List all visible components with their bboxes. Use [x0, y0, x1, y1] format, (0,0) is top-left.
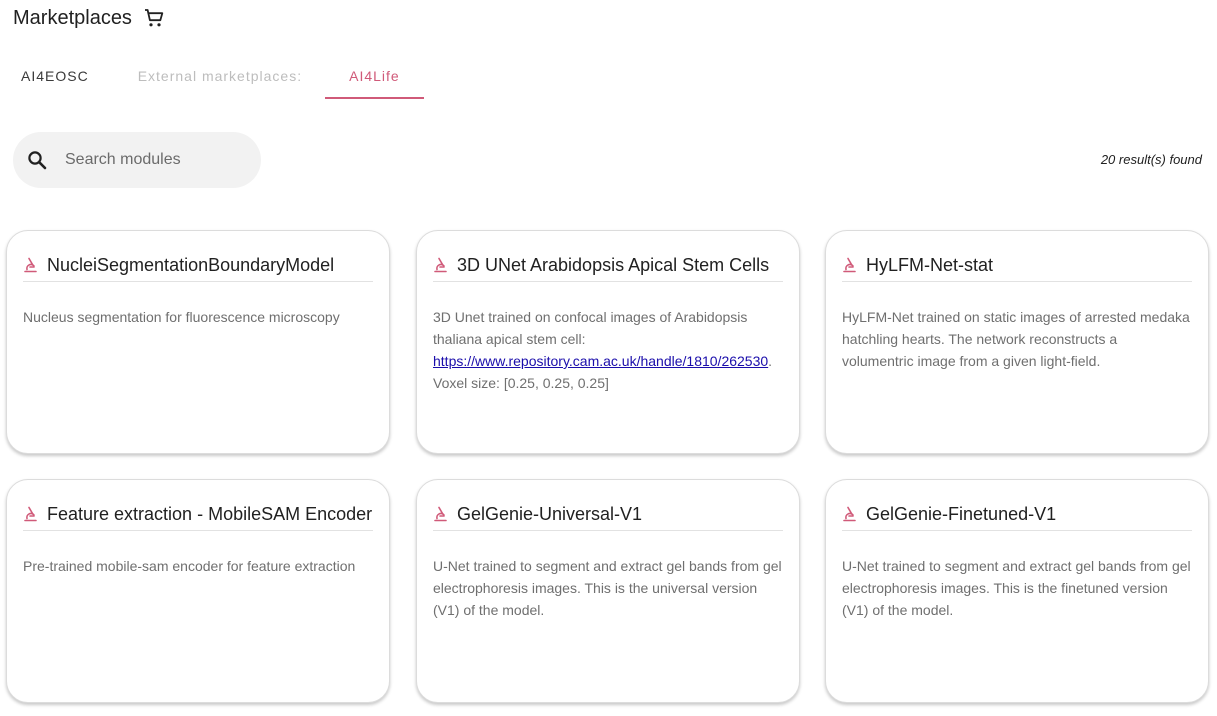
repository-link[interactable]: https://www.repository.cam.ac.uk/handle/… — [433, 353, 768, 369]
module-card[interactable]: HyLFM-Net-stat HyLFM-Net trained on stat… — [825, 230, 1209, 454]
card-header: HyLFM-Net-stat — [842, 253, 1192, 282]
card-description: U-Net trained to segment and extract gel… — [433, 558, 782, 618]
card-header: 3D UNet Arabidopsis Apical Stem Cells — [433, 253, 783, 282]
card-description: 3D Unet trained on confocal images of Ar… — [433, 306, 783, 394]
card-description-text: 3D Unet trained on confocal images of Ar… — [433, 309, 748, 347]
card-title[interactable]: NucleiSegmentationBoundaryModel — [47, 253, 334, 277]
card-header: Feature extraction - MobileSAM Encoder — [23, 502, 373, 531]
card-description: HyLFM-Net trained on static images of ar… — [842, 309, 1190, 369]
card-title[interactable]: GelGenie-Universal-V1 — [457, 502, 642, 526]
page-header: Marketplaces — [13, 6, 166, 30]
tab-ai4eosc[interactable]: AI4EOSC — [0, 52, 110, 99]
card-header: GelGenie-Universal-V1 — [433, 502, 783, 531]
page-title: Marketplaces — [13, 6, 132, 29]
card-description: Nucleus segmentation for fluorescence mi… — [23, 309, 340, 325]
card-description: Pre-trained mobile-sam encoder for featu… — [23, 558, 356, 574]
cart-icon — [142, 6, 166, 30]
card-header: GelGenie-Finetuned-V1 — [842, 502, 1192, 531]
microscope-icon — [433, 506, 449, 522]
tab-ai4life[interactable]: AI4Life — [325, 52, 424, 99]
module-card[interactable]: GelGenie-Finetuned-V1 U-Net trained to s… — [825, 479, 1209, 703]
module-card[interactable]: 3D UNet Arabidopsis Apical Stem Cells 3D… — [416, 230, 800, 454]
search-input[interactable] — [63, 150, 237, 170]
microscope-icon — [433, 257, 449, 273]
marketplaces-page: Marketplaces AI4EOSC External marketplac… — [0, 0, 1217, 716]
microscope-icon — [23, 257, 39, 273]
card-title[interactable]: Feature extraction - MobileSAM Encoder — [47, 502, 372, 526]
microscope-icon — [23, 506, 39, 522]
card-header: NucleiSegmentationBoundaryModel — [23, 253, 373, 282]
microscope-icon — [842, 257, 858, 273]
card-description: U-Net trained to segment and extract gel… — [842, 558, 1191, 618]
module-card[interactable]: NucleiSegmentationBoundaryModel Nucleus … — [6, 230, 390, 454]
results-count: 20 result(s) found — [1100, 152, 1202, 167]
marketplace-tabs: AI4EOSC External marketplaces: AI4Life — [0, 52, 424, 99]
search-bar[interactable] — [13, 132, 261, 188]
tab-external-marketplaces-label: External marketplaces: — [137, 67, 303, 84]
card-title[interactable]: HyLFM-Net-stat — [866, 253, 993, 277]
card-title[interactable]: GelGenie-Finetuned-V1 — [866, 502, 1056, 526]
search-icon — [27, 150, 47, 170]
module-card[interactable]: GelGenie-Universal-V1 U-Net trained to s… — [416, 479, 800, 703]
module-card[interactable]: Feature extraction - MobileSAM Encoder P… — [6, 479, 390, 703]
microscope-icon — [842, 506, 858, 522]
card-title[interactable]: 3D UNet Arabidopsis Apical Stem Cells — [457, 253, 769, 277]
